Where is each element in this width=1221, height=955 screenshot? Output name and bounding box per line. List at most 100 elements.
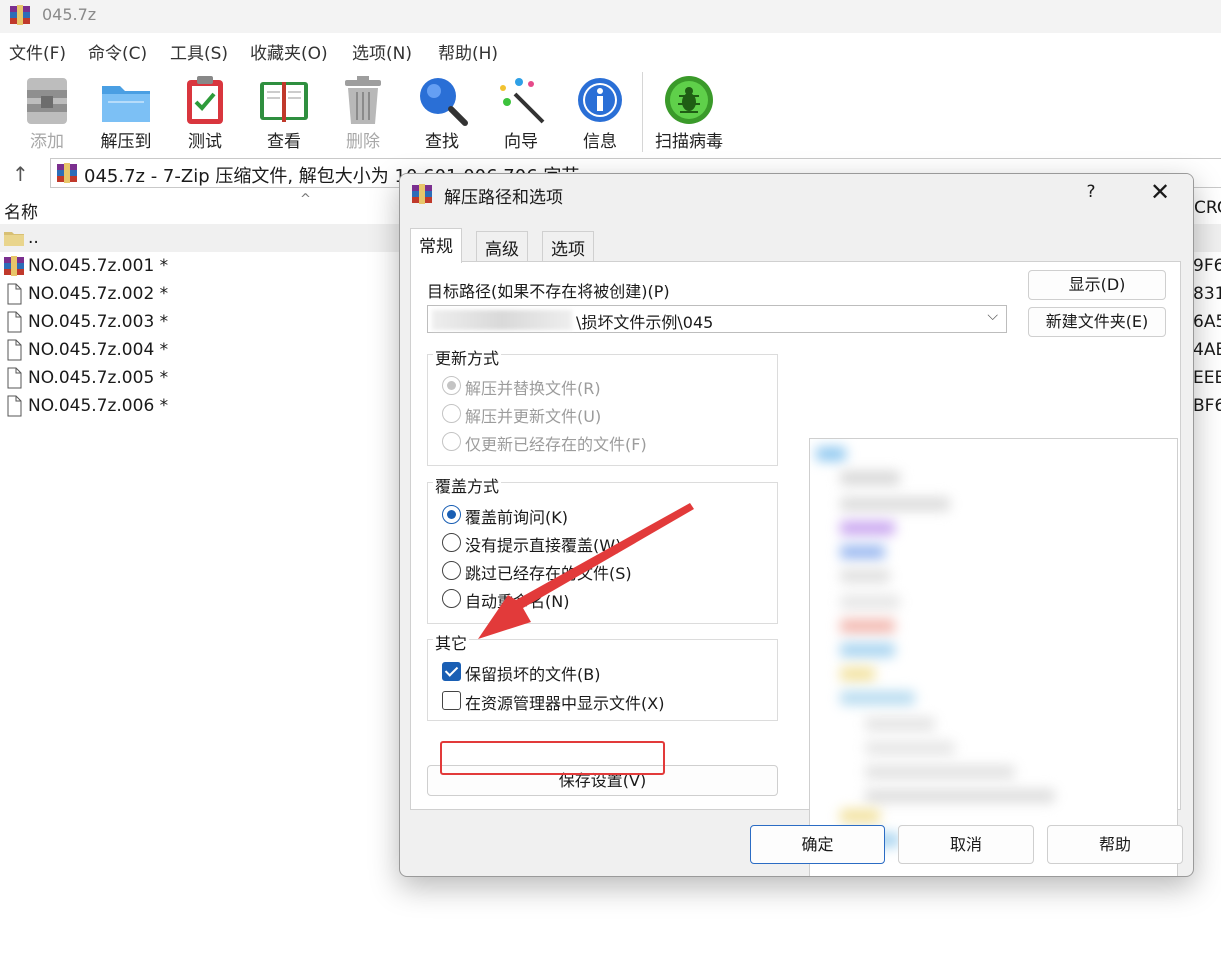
window-title: 045.7z xyxy=(42,5,97,24)
file-name: NO.045.7z.004 * xyxy=(28,340,169,360)
dest-path-label: 目标路径(如果不存在将被创建)(P) xyxy=(427,282,670,301)
folder-icon xyxy=(4,232,24,246)
tree-item xyxy=(840,569,890,583)
update-existing-label: 仅更新已经存在的文件(F) xyxy=(465,435,647,454)
file-crc: EEE xyxy=(1193,368,1221,388)
update-replace-radio[interactable] xyxy=(442,376,461,395)
folder-tree[interactable] xyxy=(809,438,1178,876)
dest-path-value: \损坏文件示例\045 xyxy=(576,313,714,332)
overwrite-silent-label: 没有提示直接覆盖(W) xyxy=(465,536,622,555)
keep-broken-files-checkbox[interactable] xyxy=(442,662,461,681)
add-button[interactable]: 添加 xyxy=(7,66,87,154)
file-name: NO.045.7z.001 * xyxy=(28,256,169,276)
extract-to-button[interactable]: 解压到 xyxy=(86,66,166,154)
overwrite-rename-radio[interactable] xyxy=(442,589,461,608)
file-crc: 831 xyxy=(1193,284,1221,304)
tree-item xyxy=(840,643,895,657)
file-name: NO.045.7z.006 * xyxy=(28,396,169,416)
tree-item xyxy=(840,809,880,823)
column-name[interactable]: 名称 xyxy=(4,198,38,223)
view-book-icon xyxy=(260,82,308,122)
update-existing-radio[interactable] xyxy=(442,432,461,451)
tree-item xyxy=(840,521,895,535)
archive-icon xyxy=(57,163,77,183)
virus-scan-icon xyxy=(665,76,713,124)
info-label: 信息 xyxy=(583,132,617,152)
menu-bar: 文件(F) 命令(C) 工具(S) 收藏夹(O) 选项(N) 帮助(H) xyxy=(0,36,1221,64)
add-archive-icon xyxy=(27,78,67,124)
menu-commands[interactable]: 命令(C) xyxy=(88,39,147,64)
cancel-button[interactable]: 取消 xyxy=(898,825,1034,864)
overwrite-mode-title: 覆盖方式 xyxy=(433,473,502,497)
wizard-label: 向导 xyxy=(504,132,538,152)
tab-panel-general: 目标路径(如果不存在将被创建)(P) \损坏文件示例\045 ⌵ 显示(D) 新… xyxy=(410,261,1181,876)
show-in-explorer-label: 在资源管理器中显示文件(X) xyxy=(465,694,665,713)
test-label: 测试 xyxy=(188,132,222,152)
file-crc: 9F6 xyxy=(1193,256,1221,276)
view-label: 查看 xyxy=(267,132,301,152)
file-name: NO.045.7z.002 * xyxy=(28,284,169,304)
toolbar: 添加 解压到 测试 查看 删除 查找 向导 信息 扫描病毒 xyxy=(0,66,1221,154)
update-mode-title: 更新方式 xyxy=(433,345,502,369)
overwrite-silent-radio[interactable] xyxy=(442,533,461,552)
file-crc: BF6 xyxy=(1193,396,1221,416)
close-icon[interactable]: ✕ xyxy=(1148,178,1172,206)
file-icon xyxy=(7,395,22,417)
find-label: 查找 xyxy=(425,132,459,152)
tab-options[interactable]: 选项 xyxy=(542,231,594,261)
menu-help[interactable]: 帮助(H) xyxy=(438,39,498,64)
tree-item xyxy=(840,545,885,559)
info-icon xyxy=(578,78,622,122)
menu-favorites[interactable]: 收藏夹(O) xyxy=(250,39,328,64)
overwrite-skip-radio[interactable] xyxy=(442,561,461,580)
file-icon xyxy=(7,311,22,333)
extract-to-label: 解压到 xyxy=(100,132,152,152)
tree-item xyxy=(840,497,950,511)
tree-item xyxy=(865,765,1015,779)
dest-path-combobox[interactable]: \损坏文件示例\045 ⌵ xyxy=(427,305,1007,333)
file-name: .. xyxy=(28,228,39,248)
column-crc[interactable]: CRC xyxy=(1194,198,1221,218)
help-icon[interactable]: ? xyxy=(1081,182,1101,202)
overwrite-rename-label: 自动重命名(N) xyxy=(465,592,570,611)
tree-item xyxy=(816,447,846,461)
up-arrow-icon[interactable]: ↑ xyxy=(12,162,29,186)
tree-item xyxy=(840,619,895,633)
menu-tools[interactable]: 工具(S) xyxy=(170,39,228,64)
update-newer-radio[interactable] xyxy=(442,404,461,423)
show-in-explorer-checkbox[interactable] xyxy=(442,691,461,710)
test-button[interactable]: 测试 xyxy=(165,66,245,154)
add-label: 添加 xyxy=(30,132,64,152)
dialog-title: 解压路径和选项 xyxy=(444,188,563,208)
find-button[interactable]: 查找 xyxy=(402,66,482,154)
chevron-down-icon[interactable]: ⌵ xyxy=(987,308,998,324)
info-button[interactable]: 信息 xyxy=(560,66,640,154)
delete-button[interactable]: 删除 xyxy=(323,66,403,154)
wizard-button[interactable]: 向导 xyxy=(481,66,561,154)
virus-scan-label: 扫描病毒 xyxy=(655,132,723,152)
overwrite-ask-radio[interactable] xyxy=(442,505,461,524)
misc-title: 其它 xyxy=(433,630,470,654)
title-bar: 045.7z xyxy=(0,0,1221,33)
extract-options-dialog: 解压路径和选项 ? ✕ 常规 高级 选项 目标路径(如果不存在将被创建)(P) … xyxy=(399,173,1194,877)
tab-advanced[interactable]: 高级 xyxy=(476,231,528,261)
menu-options[interactable]: 选项(N) xyxy=(352,39,412,64)
help-button[interactable]: 帮助 xyxy=(1047,825,1183,864)
tree-item xyxy=(865,789,1055,803)
new-folder-button[interactable]: 新建文件夹(E) xyxy=(1028,307,1166,337)
tab-general[interactable]: 常规 xyxy=(410,228,462,263)
menu-file[interactable]: 文件(F) xyxy=(9,39,66,64)
ok-button[interactable]: 确定 xyxy=(750,825,885,864)
dialog-title-bar: 解压路径和选项 ? ✕ xyxy=(400,174,1193,214)
highlight-box xyxy=(440,741,665,775)
update-replace-label: 解压并替换文件(R) xyxy=(465,379,601,398)
test-clipboard-icon xyxy=(187,76,223,124)
virus-scan-button[interactable]: 扫描病毒 xyxy=(649,66,729,154)
show-button[interactable]: 显示(D) xyxy=(1028,270,1166,300)
tree-item xyxy=(865,717,935,731)
view-button[interactable]: 查看 xyxy=(244,66,324,154)
sort-ascending-icon: ^ xyxy=(300,192,311,207)
keep-broken-files-label: 保留损坏的文件(B) xyxy=(465,665,601,684)
toolbar-separator xyxy=(642,72,643,152)
file-crc: 6A5 xyxy=(1193,312,1221,332)
